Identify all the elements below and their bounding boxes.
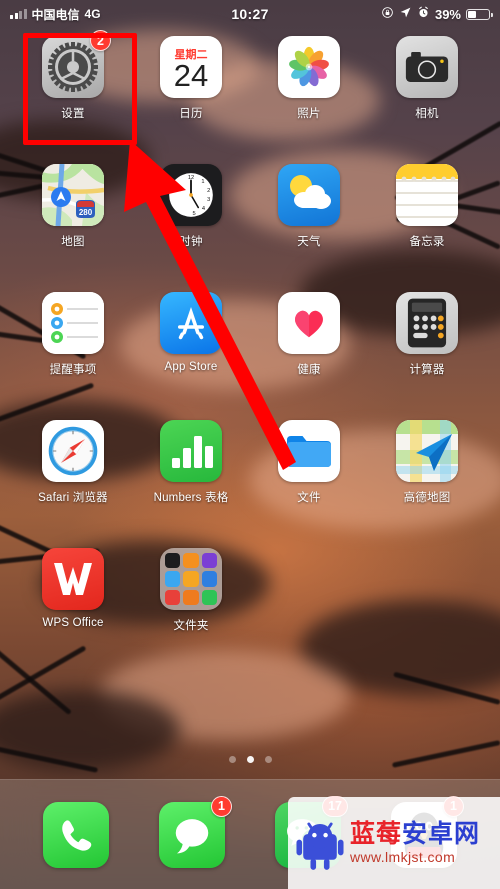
calendar-icon: 星期二 24 [160,36,222,98]
folder-mini-icon [183,571,199,587]
folder-mini-icon [201,571,217,587]
maps-route-shield-number: 280 [79,208,93,217]
watermark-name-accent: 蓝莓 [350,819,403,848]
folder-mini-icon [165,571,181,587]
dock-app-messages[interactable]: 1 [159,795,232,868]
app-label-app-store: App Store [164,361,218,373]
android-robot-icon [292,815,348,871]
watermark-url: www.lmkjst.com [350,849,456,866]
watermark-name: 安卓网 [402,819,481,848]
clock-icon: 12 1 2 345 [160,164,222,226]
app-icon-camera[interactable]: 相机 [368,36,486,156]
carrier-name: 中国电信 [31,7,80,22]
app-label-clock: 时钟 [179,236,203,248]
alarm-clock-icon [417,6,430,22]
app-label-folder: 文件夹 [173,620,209,632]
dock-app-phone[interactable] [43,801,109,868]
network-type: 4G [84,7,101,21]
notes-icon [396,164,458,226]
app-icon-safari[interactable]: Safari 浏览器 [14,420,132,540]
page-dot[interactable] [228,756,236,763]
app-icon-weather[interactable]: 天气 [250,164,368,284]
app-label-calendar: 日历 [179,108,203,120]
reminders-icon [42,292,104,354]
app-label-notes: 备忘录 [409,236,445,248]
page-indicator-dots[interactable] [0,756,500,763]
battery-percent-label: 39% [434,6,461,22]
signal-bars-icon [10,9,27,19]
folder-mini-icon [183,553,199,569]
app-label-camera: 相机 [415,108,439,120]
folder-mini-icon [165,589,181,605]
app-label-safari: Safari 浏览器 [38,492,108,504]
location-arrow-icon [399,6,412,22]
app-icon-calculator[interactable]: 计算器 [368,292,486,412]
app-icon-notes[interactable]: 备忘录 [368,164,486,284]
weather-icon [278,164,340,226]
page-dot-active[interactable] [246,756,254,763]
badge-settings: 2 [90,30,111,51]
app-label-numbers: Numbers 表格 [153,492,229,504]
app-label-weather: 天气 [297,236,321,248]
app-icon-settings[interactable]: 2 设置 [14,30,132,156]
app-label-photos: 照片 [297,108,321,120]
app-label-settings: 设置 [61,108,85,120]
app-icon-numbers[interactable]: Numbers 表格 [132,420,250,540]
app-icon-health[interactable]: 健康 [250,292,368,412]
app-label-maps: 地图 [61,236,85,248]
camera-icon [396,36,458,98]
page-dot[interactable] [264,756,272,763]
app-label-wps-office: WPS Office [42,617,104,629]
files-folder-icon [278,420,340,482]
app-label-health: 健康 [297,364,321,376]
battery-icon [466,8,493,20]
app-icon-amap[interactable]: 高德地图 [368,420,486,540]
app-icon-maps[interactable]: 280 地图 [14,164,132,284]
app-icon-photos[interactable]: 照片 [250,36,368,156]
app-folder-icon [160,548,222,610]
photos-icon [278,36,340,98]
folder-mini-icon [201,589,217,605]
status-bar: 中国电信 4G 10:27 39% [0,0,500,28]
badge-messages: 1 [211,795,232,817]
status-bar-clock: 10:27 [231,6,269,22]
rotation-lock-icon [381,6,394,22]
health-heart-icon [278,292,340,354]
folder-mini-icon [201,553,217,569]
svg-text:3: 3 [207,197,210,203]
folder-mini-icon-grid [165,553,217,605]
app-store-icon [160,292,222,354]
svg-text:5: 5 [193,211,196,217]
app-label-reminders: 提醒事项 [49,364,97,376]
svg-text:1: 1 [201,179,204,185]
wps-office-icon [42,548,104,610]
app-icon-app-store[interactable]: App Store [132,292,250,412]
app-label-amap: 高德地图 [403,492,451,504]
svg-text:2: 2 [207,188,210,194]
home-screen-app-grid: 2 设置 星期二 24 日历 照片 相机 280 地图 12 1 2 3 4 5… [0,30,500,668]
folder-mini-icon [165,553,181,569]
app-icon-clock[interactable]: 12 1 2 345 时钟 [132,164,250,284]
folder-mini-icon [183,589,199,605]
app-label-calculator: 计算器 [409,364,445,376]
app-icon-wps-office[interactable]: WPS Office [14,548,132,668]
app-icon-reminders[interactable]: 提醒事项 [14,292,132,412]
app-icon-folder[interactable]: 文件夹 [132,548,250,668]
maps-icon: 280 [42,164,104,226]
app-label-files: 文件 [297,492,321,504]
safari-compass-icon [42,420,104,482]
watermark: 蓝莓安卓网 www.lmkjst.com [288,797,500,889]
app-icon-files[interactable]: 文件 [250,420,368,540]
calendar-day: 24 [173,58,209,94]
app-icon-calendar[interactable]: 星期二 24 日历 [132,36,250,156]
phone-handset-icon [43,801,109,868]
amap-paperplane-icon [396,420,458,482]
calculator-icon [396,292,458,354]
numbers-chart-icon [160,420,222,482]
